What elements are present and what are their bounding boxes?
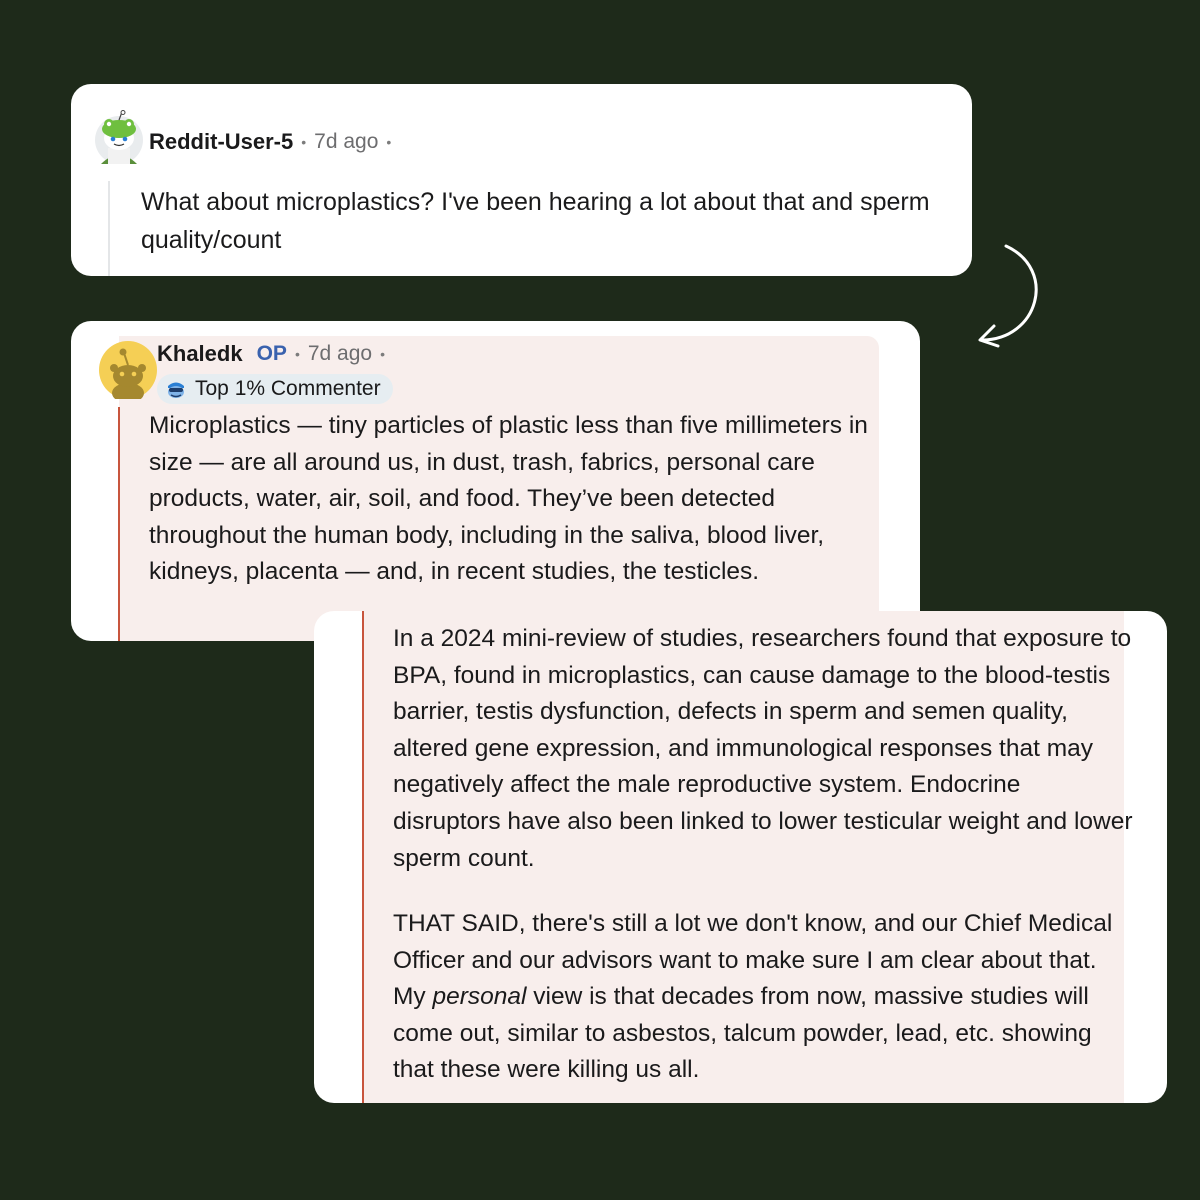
comment-meta: Khaledk OP • 7d ago • xyxy=(157,338,393,370)
top-commenter-badge[interactable]: Top 1% Commenter xyxy=(157,374,393,404)
username[interactable]: Reddit-User-5 xyxy=(149,129,293,155)
comment-paragraph-2: THAT SAID, there's still a lot we don't … xyxy=(393,906,1133,1089)
timestamp[interactable]: 7d ago xyxy=(314,130,378,154)
paragraph-2-emphasis: personal xyxy=(432,983,527,1011)
timestamp[interactable]: 7d ago xyxy=(308,342,372,366)
snoo-default-avatar-icon[interactable] xyxy=(99,341,157,399)
separator-dot: • xyxy=(294,346,300,362)
comment-card-khaledk-continued: In a 2024 mini-review of studies, resear… xyxy=(314,611,1167,1103)
comment-card-reddit-user-5: Reddit-User-5 • 7d ago • What about micr… xyxy=(71,84,972,276)
comment-paragraph-1: In a 2024 mini-review of studies, resear… xyxy=(393,625,1133,872)
separator-dot: • xyxy=(301,134,307,150)
comment-body: Microplastics — tiny particles of plasti… xyxy=(149,412,868,585)
badge-label: Top 1% Commenter xyxy=(195,377,381,400)
snoo-frog-avatar-icon[interactable] xyxy=(91,110,147,166)
username[interactable]: Khaledk xyxy=(157,341,243,367)
thread-line[interactable] xyxy=(362,611,364,1103)
top-commenter-icon xyxy=(168,382,184,398)
comment-card-khaledk: Khaledk OP • 7d ago • Top 1% Commenter M… xyxy=(71,321,920,641)
op-label: OP xyxy=(256,342,287,365)
thread-line[interactable] xyxy=(118,407,120,641)
comment-body: What about microplastics? I've been hear… xyxy=(141,188,930,254)
thread-line[interactable] xyxy=(108,181,110,276)
separator-dot: • xyxy=(380,346,385,362)
curved-arrow-down-left-icon xyxy=(978,244,1038,348)
comment-meta: Reddit-User-5 • 7d ago • xyxy=(149,126,399,158)
separator-dot: • xyxy=(386,134,392,150)
